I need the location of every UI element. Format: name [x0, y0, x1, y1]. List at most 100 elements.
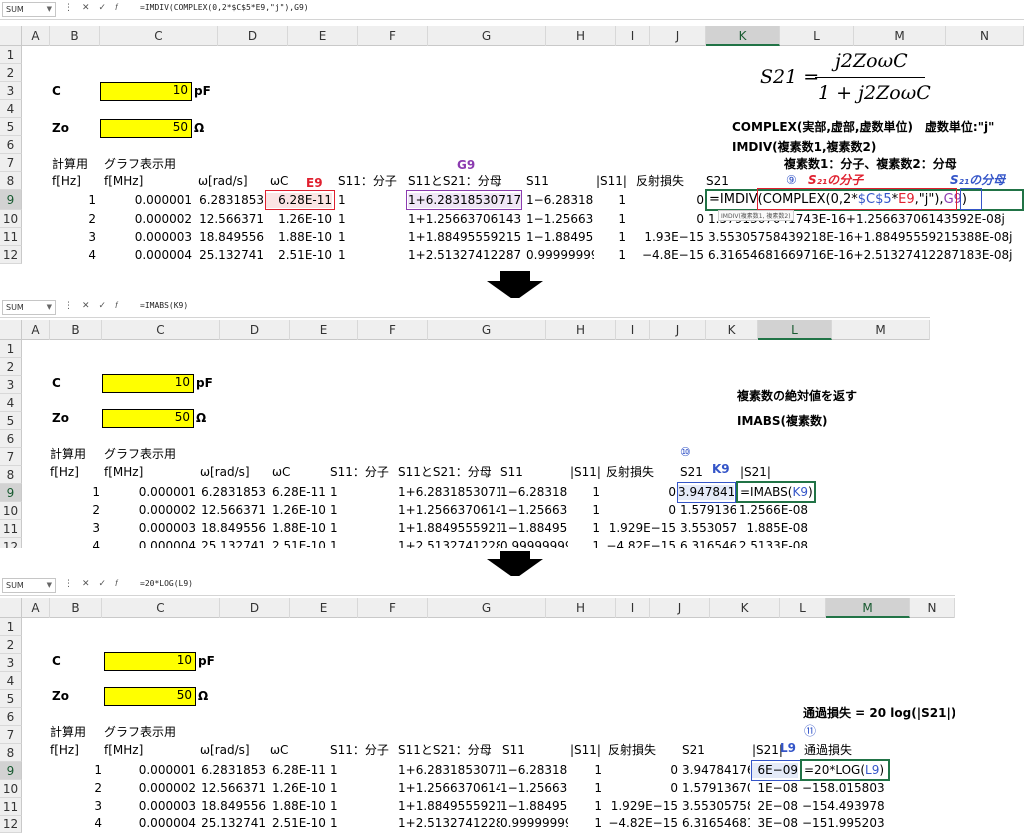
cell-d9[interactable]: 6.2831853	[198, 763, 266, 778]
cell-c12[interactable]: 0.000004	[100, 248, 192, 263]
col-header-a[interactable]: A	[22, 598, 50, 618]
enter-icon[interactable]: ✓	[99, 3, 116, 13]
col-header-l[interactable]: L	[780, 26, 854, 46]
col-header-e[interactable]: E	[288, 26, 358, 46]
cell-e11[interactable]: 1.88E-10	[272, 799, 326, 814]
row-header-11[interactable]: 11	[0, 520, 22, 538]
cell-g11[interactable]: 1+1.88495559215	[408, 230, 522, 245]
cell-i10[interactable]: 1	[568, 503, 600, 518]
row-header-1[interactable]: 1	[0, 46, 22, 64]
cell-b11[interactable]: 3	[50, 230, 96, 245]
cell-f9[interactable]: 1	[330, 763, 338, 778]
cell-e12[interactable]: 2.51E-10	[272, 539, 326, 548]
cell-c11[interactable]: 0.000003	[102, 521, 196, 536]
cell-l11[interactable]: 1.885E-08	[738, 521, 808, 536]
cell-l12[interactable]: 2.5133E-08	[738, 539, 808, 548]
cell-l10[interactable]: 1E−08	[752, 781, 798, 796]
cell-c11[interactable]: 0.000003	[104, 799, 196, 814]
cell-k12[interactable]: 6.31654681	[682, 816, 750, 831]
cell-j10[interactable]: 0	[628, 212, 704, 227]
cell-e10[interactable]: 1.26E-10	[266, 212, 332, 227]
cell-h12[interactable]: 0.99999999	[500, 539, 568, 548]
cell-g11[interactable]: 1+1.88495559215	[398, 799, 500, 814]
row-header-2[interactable]: 2	[0, 636, 22, 654]
cell-h12[interactable]: 0.99999999	[500, 816, 568, 831]
col-header-c[interactable]: C	[102, 320, 220, 340]
cell-e9[interactable]: 6.28E-11	[272, 485, 326, 500]
row-header-8[interactable]: 8	[0, 172, 22, 190]
fx-icon[interactable]: 𝑓	[115, 579, 127, 589]
cell-l10[interactable]: 1.2566E-08	[738, 503, 808, 518]
col-header-f[interactable]: F	[358, 320, 428, 340]
row-header-6[interactable]: 6	[0, 136, 22, 154]
cell-k11[interactable]: 3.55305758	[682, 799, 750, 814]
col-header-h[interactable]: H	[546, 598, 616, 618]
cell-l12[interactable]: 3E−08	[752, 816, 798, 831]
cell-i10[interactable]: 1	[568, 781, 602, 796]
fx-icon[interactable]: 𝑓	[115, 301, 127, 311]
cell-e12[interactable]: 2.51E-10	[266, 248, 332, 263]
cell-g12[interactable]: 1+2.51327412287	[408, 248, 522, 263]
cell-d10[interactable]: 12.566371	[198, 503, 266, 518]
row-header-12[interactable]: 12	[0, 246, 22, 264]
enter-icon[interactable]: ✓	[99, 301, 116, 311]
cell-b10[interactable]: 2	[50, 212, 96, 227]
row-header-1[interactable]: 1	[0, 340, 22, 358]
cell-e10[interactable]: 1.26E-10	[272, 781, 326, 796]
row-header-1[interactable]: 1	[0, 618, 22, 636]
c-value-cell[interactable]: 10	[104, 652, 196, 671]
row-header-6[interactable]: 6	[0, 708, 22, 726]
row-header-6[interactable]: 6	[0, 430, 22, 448]
col-header-k[interactable]: K	[706, 320, 758, 340]
col-header-e[interactable]: E	[290, 598, 358, 618]
cell-d12[interactable]: 25.132741	[196, 248, 264, 263]
cell-j10[interactable]: 0	[606, 781, 678, 796]
col-header-m[interactable]: M	[854, 26, 946, 46]
c-value-cell[interactable]: 10	[102, 374, 194, 393]
cell-e11[interactable]: 1.88E-10	[266, 230, 332, 245]
cell-g9[interactable]: 1+6.28318530717	[398, 763, 500, 778]
cell-i11[interactable]: 1	[568, 521, 600, 536]
cell-b11[interactable]: 3	[50, 799, 102, 814]
cell-e9[interactable]: 6.28E-11	[272, 763, 326, 778]
cell-k11[interactable]: 3.553057	[680, 521, 736, 536]
cell-b9[interactable]: 1	[50, 763, 102, 778]
formula-input[interactable]: =IMDIV(COMPLEX(0,2*$C$5*E9,"j"),G9)	[140, 3, 309, 12]
cell-b10[interactable]: 2	[50, 503, 100, 518]
chevron-down-icon[interactable]: ▼	[47, 3, 52, 16]
cell-k10[interactable]: 1.57913670	[682, 781, 750, 796]
cell-f9[interactable]: 1	[330, 485, 338, 500]
col-header-k[interactable]: K	[710, 598, 780, 618]
cell-b12[interactable]: 4	[50, 248, 96, 263]
row-header-3[interactable]: 3	[0, 82, 22, 100]
cell-f9[interactable]: 1	[338, 193, 346, 208]
cell-g10[interactable]: 1+1.25663706143	[398, 781, 500, 796]
cell-d9[interactable]: 6.2831853	[196, 193, 264, 208]
col-header-i[interactable]: I	[616, 26, 650, 46]
cell-f12[interactable]: 1	[338, 248, 346, 263]
cell-d9[interactable]: 6.2831853	[198, 485, 266, 500]
col-header-g[interactable]: G	[428, 320, 546, 340]
zo-value-cell[interactable]: 50	[104, 687, 196, 706]
cell-c10[interactable]: 0.000002	[102, 503, 196, 518]
row-header-11[interactable]: 11	[0, 798, 22, 816]
cell-i9[interactable]: 1	[568, 485, 600, 500]
col-header-c[interactable]: C	[100, 26, 218, 46]
cell-c9[interactable]: 0.000001	[102, 485, 196, 500]
cell-j11[interactable]: 1.93E−15	[628, 230, 704, 245]
cell-k9[interactable]: 3.94784176	[682, 763, 750, 778]
cell-d10[interactable]: 12.566371	[196, 212, 264, 227]
col-header-b[interactable]: B	[50, 26, 100, 46]
col-header-j[interactable]: J	[650, 26, 706, 46]
cell-d10[interactable]: 12.566371	[198, 781, 266, 796]
cell-b12[interactable]: 4	[50, 539, 100, 548]
cell-h10[interactable]: 1−1.256637	[500, 503, 568, 518]
cell-g10[interactable]: 1+1.25663706143	[398, 503, 500, 518]
cell-d12[interactable]: 25.132741	[198, 539, 266, 548]
row-header-5[interactable]: 5	[0, 690, 22, 708]
cell-j10[interactable]: 0	[604, 503, 676, 518]
col-header-i[interactable]: I	[616, 320, 650, 340]
cell-f10[interactable]: 1	[330, 781, 338, 796]
cell-m11[interactable]: −154.493978	[802, 799, 885, 814]
cell-d11[interactable]: 18.849556	[198, 799, 266, 814]
